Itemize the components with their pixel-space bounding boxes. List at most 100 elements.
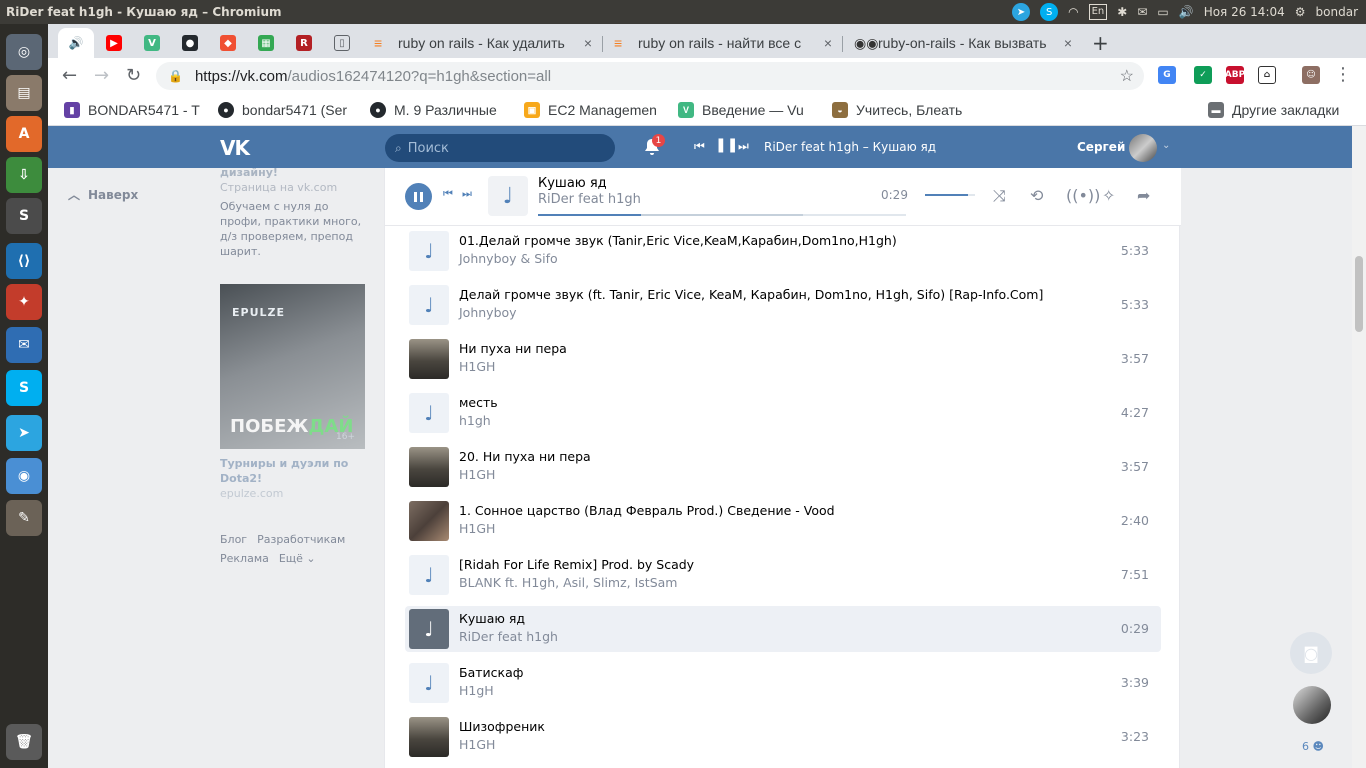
track-artist[interactable]: BLANK ft. H1gh, Asil, Slimz, IstSam xyxy=(459,575,677,590)
telegram-tray-icon[interactable]: ➤ xyxy=(1012,3,1031,21)
track-artist[interactable]: H1GH xyxy=(459,521,495,536)
scrollbar-thumb[interactable] xyxy=(1355,256,1363,332)
share-icon[interactable]: ➦ xyxy=(1137,186,1150,205)
track-row[interactable]: 1. Сонное царство (Влад Февраль Prod.) С… xyxy=(405,498,1161,544)
broadcast-icon[interactable]: ((•)) xyxy=(1066,186,1100,205)
track-cover[interactable]: ♩ xyxy=(409,555,449,595)
track-cover[interactable] xyxy=(409,501,449,541)
promo-page-note[interactable]: Страница на vk.com xyxy=(220,181,368,194)
skype-tray-icon[interactable]: S xyxy=(1040,3,1059,21)
bookmark-item[interactable]: ● М. 9 Различные xyxy=(370,100,506,120)
track-artist[interactable]: H1GH xyxy=(459,737,495,752)
vscode-icon[interactable]: ⟨⟩ xyxy=(6,243,42,279)
tab-pinned-redmine[interactable]: R xyxy=(286,28,322,58)
track-cover[interactable] xyxy=(409,339,449,379)
bookmark-item[interactable]: ▣ EC2 Managemen xyxy=(524,100,662,120)
telegram-icon[interactable]: ➤ xyxy=(6,415,42,451)
tab-pinned-github[interactable]: ● xyxy=(172,28,208,58)
back-button[interactable]: ← xyxy=(62,66,77,86)
repeat-icon[interactable]: ⟲ xyxy=(1030,186,1043,205)
footer-link-more[interactable]: Ещё ⌄ xyxy=(279,552,316,565)
track-cover[interactable]: ♩ xyxy=(409,285,449,325)
system-settings-icon[interactable]: ✦ xyxy=(6,284,42,320)
pause-button[interactable] xyxy=(405,183,432,210)
camera-icon[interactable]: ◙ xyxy=(1290,632,1332,674)
ubuntu-logo-icon[interactable]: ◎ xyxy=(6,34,42,70)
track-row[interactable]: Ни пуха ни пера H1GH 3:57 xyxy=(405,336,1161,382)
vk-logo[interactable]: VK xyxy=(220,136,250,160)
track-row[interactable]: Шизофреник H1GH 3:23 xyxy=(405,714,1161,760)
track-row[interactable]: ♩ Делай громче звук (ft. Tanir, Eric Vice… xyxy=(405,282,1161,328)
tab-pinned-audio[interactable]: 🔊 xyxy=(58,28,94,58)
user-avatar[interactable] xyxy=(1129,134,1157,162)
bookmark-other-folder[interactable]: ▬ Другие закладки xyxy=(1208,100,1366,120)
user-name[interactable]: Сергей xyxy=(1077,140,1125,154)
software-center-icon[interactable]: A xyxy=(6,116,42,152)
track-artist[interactable]: Johnyboy xyxy=(459,305,517,320)
browser-menu-button[interactable]: ⋮ xyxy=(1334,65,1352,85)
track-artist[interactable]: RiDer feat h1gh xyxy=(459,629,558,644)
tab-pinned-youtube[interactable]: ▶ xyxy=(96,28,132,58)
trash-icon[interactable]: 🗑 xyxy=(6,724,42,760)
shuffle-icon[interactable]: ⤨ xyxy=(993,186,1006,206)
footer-link-ads[interactable]: Реклама xyxy=(220,552,269,565)
bookmark-star-icon[interactable]: ☆ xyxy=(1120,66,1134,86)
track-artist[interactable]: H1GH xyxy=(459,359,495,374)
track-artist[interactable]: H1GH xyxy=(459,467,495,482)
header-pause-icon[interactable]: ❚❚ xyxy=(715,137,738,153)
scroll-to-top-link[interactable]: ︿ Наверх xyxy=(68,186,138,203)
header-prev-icon[interactable]: ⏮ xyxy=(694,139,705,154)
reload-button[interactable]: ↻ xyxy=(126,66,141,86)
prev-track-icon[interactable]: ⏮ xyxy=(443,187,453,201)
tab-pinned-sheets[interactable]: ▦ xyxy=(248,28,284,58)
sublime-text-icon[interactable]: S xyxy=(6,198,42,234)
clock[interactable]: Ноя 26 14:04 xyxy=(1204,5,1285,19)
track-row[interactable]: ♩ [Ridah For Life Remix] Prod. by Scady BL… xyxy=(405,552,1161,598)
tab-pinned-doc[interactable]: ▯ xyxy=(324,28,360,58)
track-row[interactable]: ♩ Батискаф H1gH 3:39 xyxy=(405,660,1161,706)
track-cover[interactable]: ♩ xyxy=(409,393,449,433)
track-artist[interactable]: Johnyboy & Sifo xyxy=(459,251,558,266)
tab-close-button[interactable]: × xyxy=(824,35,832,51)
ad-title[interactable]: Турниры и дуэли по Dota2! xyxy=(220,456,365,486)
gear-icon[interactable]: ⚙ xyxy=(1295,5,1306,19)
thunderbird-icon[interactable]: ✉ xyxy=(6,327,42,363)
address-bar[interactable]: 🔒 https://vk.com/audios162474120?q=h1gh&… xyxy=(156,62,1144,90)
tab-glasses[interactable]: ◉◉ ruby-on-rails - Как вызвать × xyxy=(844,28,1082,58)
page-scrollbar[interactable] xyxy=(1352,126,1366,768)
files-icon[interactable]: ▤ xyxy=(6,75,42,111)
chromium-icon[interactable]: ◉ xyxy=(6,458,42,494)
keyboard-layout[interactable]: En xyxy=(1088,4,1108,20)
translate-extension-icon[interactable]: G xyxy=(1158,66,1176,84)
tab-pinned-vue[interactable]: V xyxy=(134,28,170,58)
downloader-icon[interactable]: ⇩ xyxy=(6,157,42,193)
bookmark-item[interactable]: ▮ BONDAR5471 - T xyxy=(64,100,204,120)
search-input[interactable]: ⌕ Поиск xyxy=(385,134,615,162)
footer-link-devs[interactable]: Разработчикам xyxy=(257,533,345,546)
track-artist[interactable]: H1gH xyxy=(459,683,494,698)
header-next-icon[interactable]: ⏭ xyxy=(738,139,749,154)
track-cover[interactable] xyxy=(409,447,449,487)
track-cover[interactable]: ♩ xyxy=(409,663,449,703)
lock-icon[interactable]: 🔒 xyxy=(168,69,183,83)
profile-avatar[interactable]: ☺ xyxy=(1302,66,1320,84)
bookmark-item[interactable]: ◒ Учитесь, Блеать xyxy=(832,100,972,120)
adblock-extension-icon[interactable]: ABP xyxy=(1225,66,1245,84)
volume-slider[interactable] xyxy=(925,194,975,196)
gimp-icon[interactable]: ✎ xyxy=(6,500,42,536)
header-now-playing[interactable]: RiDer feat h1gh – Кушаю яд xyxy=(764,140,936,154)
chevron-down-icon[interactable]: ⌄ xyxy=(1162,140,1170,151)
friends-online-count[interactable]: 6 ☻ xyxy=(1302,740,1324,753)
bookmark-item[interactable]: V Введение — Vu xyxy=(678,100,816,120)
forward-button[interactable]: → xyxy=(94,66,109,86)
track-cover[interactable]: ♩ xyxy=(409,231,449,271)
track-row[interactable]: ♩ 01.Делай громче звук (Tanir,Eric Vice,K… xyxy=(405,228,1161,274)
progress-bar[interactable] xyxy=(538,214,906,216)
bookmark-item[interactable]: ● bondar5471 (Ser xyxy=(218,100,352,120)
track-artist[interactable]: h1gh xyxy=(459,413,491,428)
recommendations-icon[interactable]: ✧ xyxy=(1102,186,1115,205)
extension-shield-icon[interactable]: ✓ xyxy=(1194,66,1212,84)
wifi-icon[interactable]: ◠ xyxy=(1068,5,1078,19)
friend-avatar[interactable] xyxy=(1293,686,1331,724)
track-row[interactable]: ♩ Кушаю яд RiDer feat h1gh 0:29 xyxy=(405,606,1161,652)
